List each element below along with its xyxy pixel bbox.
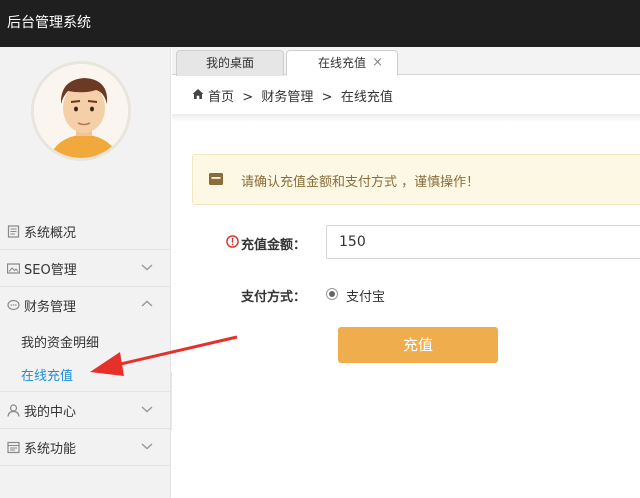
user-icon <box>7 404 20 417</box>
radio-dot <box>329 291 335 297</box>
alipay-radio[interactable] <box>326 288 338 300</box>
sidebar-item-seo[interactable]: SEO管理 <box>0 250 170 287</box>
chat-icon <box>7 299 20 311</box>
top-bar: 后台管理系统 <box>0 0 640 47</box>
alipay-radio-label[interactable]: 支付宝 <box>346 286 385 305</box>
sidebar-item-system-overview[interactable]: 系统概况 <box>0 213 170 250</box>
sidebar-item-label: 财务管理 <box>24 300 77 315</box>
breadcrumb: 首页 > 财务管理 > 在线充值 <box>172 76 640 114</box>
tab-bar: 我的桌面 在线充值 × <box>172 47 640 76</box>
app-title: 后台管理系统 <box>7 15 91 31</box>
content-top-shadow <box>172 114 640 122</box>
user-avatar[interactable] <box>31 61 131 161</box>
tab-label: 我的桌面 <box>205 56 254 70</box>
document-icon <box>7 225 20 238</box>
sidebar-item-label: SEO管理 <box>24 263 77 278</box>
image-icon <box>7 263 20 274</box>
card-icon <box>209 173 223 185</box>
sidebar-item-finance[interactable]: 财务管理 <box>0 287 170 324</box>
tab-online-recharge[interactable]: 在线充值 × <box>286 50 398 76</box>
tab-label: 在线充值 <box>317 56 366 70</box>
sidebar-item-my-center[interactable]: 我的中心 <box>0 391 170 429</box>
close-icon[interactable]: × <box>372 51 383 75</box>
warning-alert: 请确认充值金额和支付方式 ，谨慎操作！ <box>192 154 640 205</box>
tab-my-desktop[interactable]: 我的桌面 <box>176 50 284 76</box>
amount-input[interactable]: 150 <box>326 225 640 259</box>
chevron-down-icon <box>141 406 153 413</box>
avatar-illustration <box>34 64 128 158</box>
amount-label: 充值金额： <box>241 238 307 253</box>
sidebar-item-label: 系统功能 <box>24 442 77 457</box>
sidebar-subitem-online-recharge[interactable]: 在线充值 <box>21 365 73 384</box>
alert-text: 请确认充值金额和支付方式 ，谨慎操作！ <box>241 175 480 190</box>
home-icon <box>192 89 204 99</box>
recharge-button[interactable]: 充值 <box>338 327 498 363</box>
breadcrumb-path: 首页 > 财务管理 > 在线充值 <box>208 90 393 105</box>
chevron-up-icon <box>141 300 153 307</box>
chevron-down-icon <box>141 443 153 450</box>
sidebar-item-label: 我的中心 <box>24 405 77 420</box>
payment-method-label: 支付方式： <box>241 290 307 305</box>
chevron-down-icon <box>141 264 153 271</box>
window-icon <box>7 441 20 454</box>
sidebar-item-label: 系统概况 <box>24 226 77 241</box>
required-icon <box>226 235 239 248</box>
sidebar-subitem-fund-details[interactable]: 我的资金明细 <box>21 332 99 351</box>
sidebar: 系统概况 SEO管理 财务管理 我的资金明细 在线充值 我的中心 系统功能 <box>0 47 171 498</box>
sidebar-item-system-functions[interactable]: 系统功能 <box>0 429 170 466</box>
